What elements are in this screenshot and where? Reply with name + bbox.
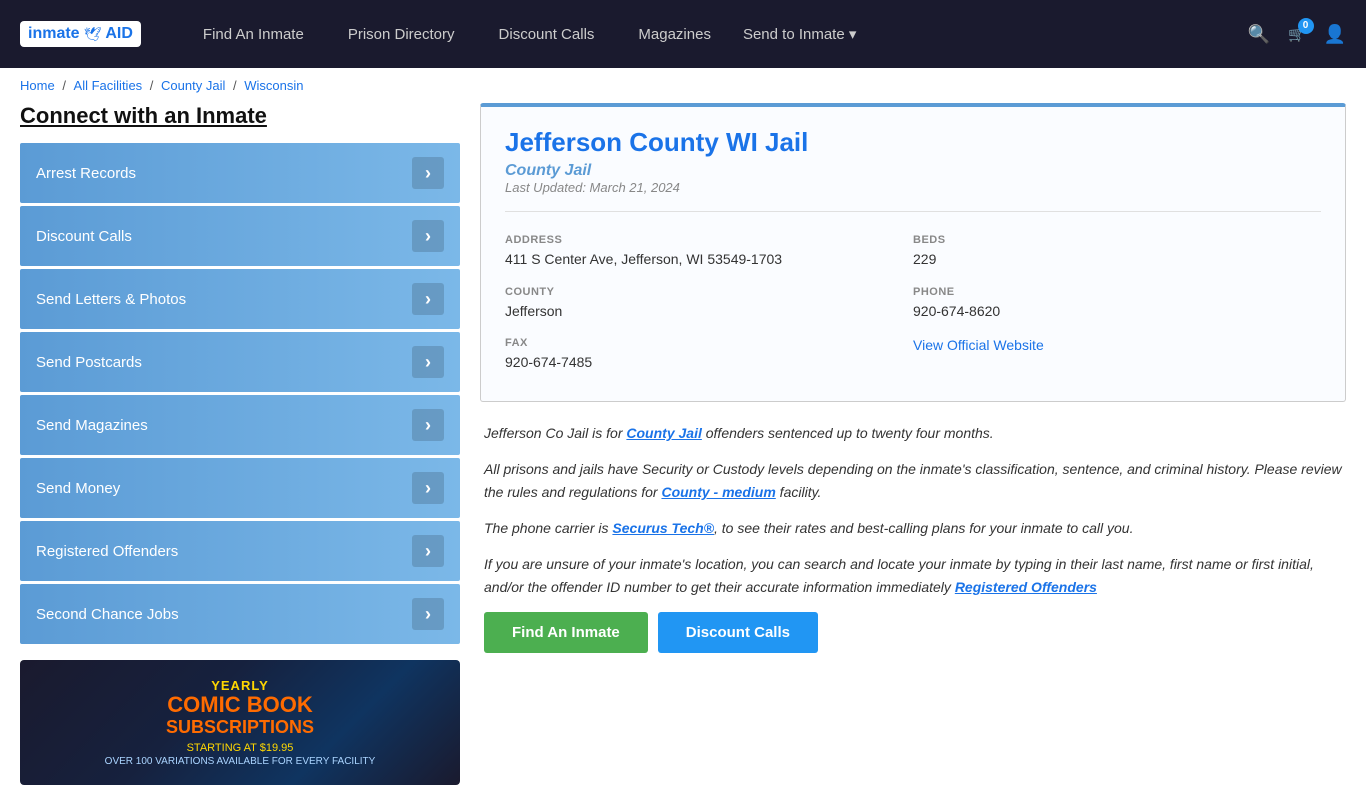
breadcrumb-home[interactable]: Home [20,78,55,93]
navbar: inmate 🕊 AID Find An Inmate Prison Direc… [0,0,1366,68]
address-block: ADDRESS 411 S Center Ave, Jefferson, WI … [505,226,913,278]
sidebar-item-label: Arrest Records [36,165,136,182]
official-website-link[interactable]: View Official Website [913,337,1044,353]
content-area: Jefferson County WI Jail County Jail Las… [480,103,1346,785]
ad-starting-text: STARTING AT $19.95 [187,742,294,754]
county-label: COUNTY [505,286,913,298]
securus-tech-link[interactable]: Securus Tech® [612,520,714,536]
chevron-right-icon: › [412,220,444,252]
desc-para-3: The phone carrier is Securus Tech®, to s… [484,517,1342,539]
nav-find-inmate[interactable]: Find An Inmate [181,0,326,68]
ad-yearly-text: YEARLY [211,678,269,693]
address-label: ADDRESS [505,234,913,246]
chevron-right-icon: › [412,409,444,441]
sidebar-item-label: Discount Calls [36,228,132,245]
desc-p2-end: facility. [776,484,822,500]
nav-prison-directory[interactable]: Prison Directory [326,0,477,68]
nav-send-to-inmate[interactable]: Send to Inmate ▾ [733,25,866,43]
facility-name: Jefferson County WI Jail [505,127,1321,158]
logo-bird-icon: 🕊 [84,26,102,43]
sidebar-item-label: Send Postcards [36,354,142,371]
county-jail-link[interactable]: County Jail [626,425,701,441]
registered-offenders-link[interactable]: Registered Offenders [955,579,1097,595]
county-value: Jefferson [505,302,913,322]
sidebar-item-registered-offenders[interactable]: Registered Offenders › [20,521,460,581]
sidebar: Connect with an Inmate Arrest Records › … [20,103,460,785]
chevron-right-icon: › [412,157,444,189]
sidebar-item-label: Registered Offenders [36,543,178,560]
nav-right: 🔍 🛒 0 👤 [1248,24,1346,45]
breadcrumb-wisconsin[interactable]: Wisconsin [244,78,303,93]
sidebar-item-label: Second Chance Jobs [36,606,179,623]
phone-label: PHONE [913,286,1321,298]
chevron-right-icon: › [412,346,444,378]
desc-p2-text: All prisons and jails have Security or C… [484,461,1342,499]
website-block: View Official Website [913,329,1321,381]
sidebar-item-arrest-records[interactable]: Arrest Records › [20,143,460,203]
discount-calls-button[interactable]: Discount Calls [658,612,818,653]
sidebar-item-label: Send Magazines [36,417,148,434]
desc-p4-start: If you are unsure of your inmate's locat… [484,556,1314,594]
sidebar-item-label: Send Letters & Photos [36,291,186,308]
sidebar-item-discount-calls[interactable]: Discount Calls › [20,206,460,266]
sidebar-title: Connect with an Inmate [20,103,460,129]
main-container: Connect with an Inmate Arrest Records › … [0,103,1366,805]
ad-banner[interactable]: YEARLY COMIC BOOK SUBSCRIPTIONS STARTING… [20,660,460,785]
county-medium-link[interactable]: County - medium [661,484,775,500]
breadcrumb: Home / All Facilities / County Jail / Wi… [0,68,1366,103]
desc-para-2: All prisons and jails have Security or C… [484,458,1342,503]
find-inmate-button[interactable]: Find An Inmate [484,612,648,653]
ad-subscriptions-text: SUBSCRIPTIONS [166,717,314,738]
sidebar-item-send-magazines[interactable]: Send Magazines › [20,395,460,455]
phone-value: 920-674-8620 [913,302,1321,322]
nav-magazines[interactable]: Magazines [616,0,733,68]
sidebar-item-second-chance-jobs[interactable]: Second Chance Jobs › [20,584,460,644]
chevron-right-icon: › [412,472,444,504]
ad-comic-text: COMIC BOOK [167,693,312,717]
beds-block: BEDS 229 [913,226,1321,278]
county-block: COUNTY Jefferson [505,278,913,330]
fax-block: FAX 920-674-7485 [505,329,913,381]
chevron-right-icon: › [412,283,444,315]
facility-last-updated: Last Updated: March 21, 2024 [505,180,1321,195]
desc-p1-end: offenders sentenced up to twenty four mo… [702,425,994,441]
breadcrumb-all-facilities[interactable]: All Facilities [74,78,143,93]
desc-p3-end: , to see their rates and best-calling pl… [714,520,1133,536]
beds-label: BEDS [913,234,1321,246]
nav-discount-calls[interactable]: Discount Calls [477,0,617,68]
description-area: Jefferson Co Jail is for County Jail off… [480,422,1346,653]
sidebar-item-label: Send Money [36,480,120,497]
logo-text: inmate [28,25,80,43]
desc-para-4: If you are unsure of your inmate's locat… [484,553,1342,598]
phone-block: PHONE 920-674-8620 [913,278,1321,330]
sidebar-item-send-money[interactable]: Send Money › [20,458,460,518]
desc-para-1: Jefferson Co Jail is for County Jail off… [484,422,1342,444]
beds-value: 229 [913,250,1321,270]
address-value: 411 S Center Ave, Jefferson, WI 53549-17… [505,250,913,270]
facility-details: ADDRESS 411 S Center Ave, Jefferson, WI … [505,211,1321,381]
sidebar-item-send-letters[interactable]: Send Letters & Photos › [20,269,460,329]
sidebar-item-send-postcards[interactable]: Send Postcards › [20,332,460,392]
facility-card: Jefferson County WI Jail County Jail Las… [480,103,1346,402]
chevron-right-icon: › [412,535,444,567]
desc-p3-start: The phone carrier is [484,520,612,536]
search-icon[interactable]: 🔍 [1248,24,1270,45]
sidebar-menu: Arrest Records › Discount Calls › Send L… [20,143,460,644]
fax-label: FAX [505,337,913,349]
bottom-buttons: Find An Inmate Discount Calls [484,612,1342,653]
desc-p1-start: Jefferson Co Jail is for [484,425,626,441]
cart-count: 0 [1298,18,1314,34]
ad-over-text: OVER 100 VARIATIONS AVAILABLE FOR EVERY … [105,756,376,767]
facility-type: County Jail [505,162,1321,180]
logo-aid: AID [105,25,133,43]
user-icon[interactable]: 👤 [1324,24,1346,45]
cart-icon[interactable]: 🛒 0 [1288,26,1305,43]
fax-value: 920-674-7485 [505,353,913,373]
nav-links: Find An Inmate Prison Directory Discount… [181,0,1248,68]
chevron-right-icon: › [412,598,444,630]
logo[interactable]: inmate 🕊 AID [20,21,141,47]
breadcrumb-county-jail[interactable]: County Jail [161,78,225,93]
